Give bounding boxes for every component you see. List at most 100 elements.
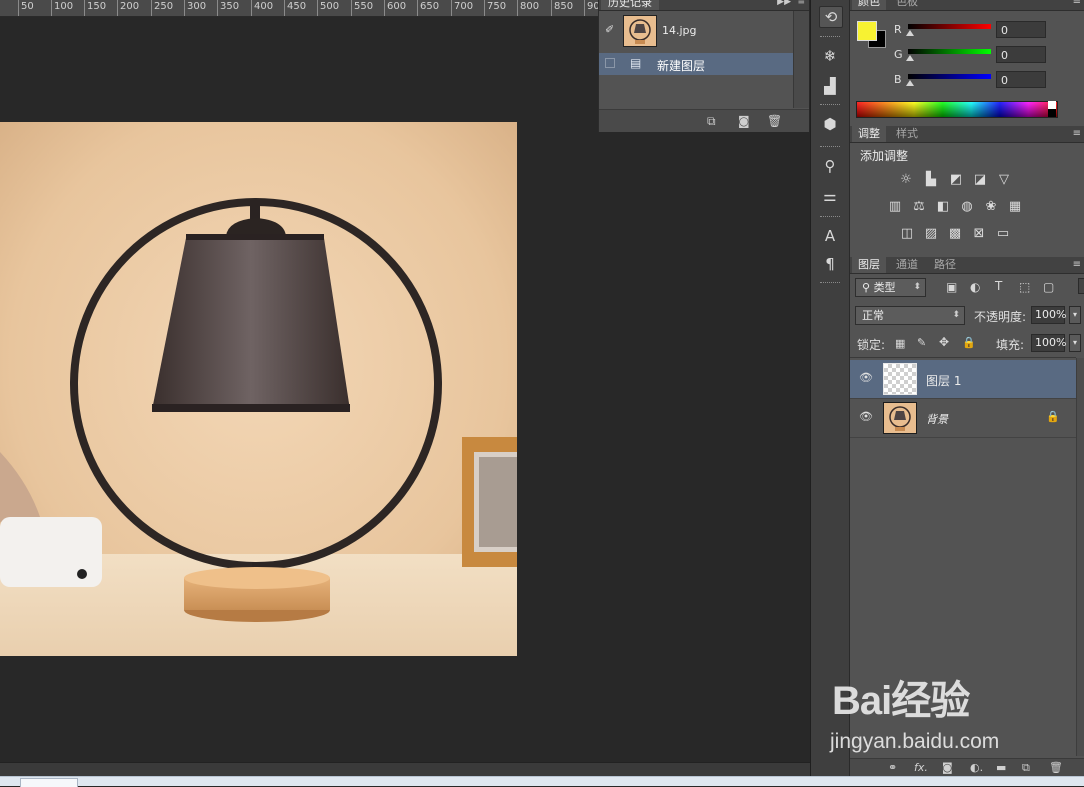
3d-icon[interactable]: ⬢ xyxy=(819,114,841,134)
photo-filter-icon[interactable]: ◍ xyxy=(958,199,976,215)
horizontal-ruler[interactable]: 50 100 150 200 250 300 350 400 450 500 5… xyxy=(0,0,598,17)
selective-color-icon[interactable]: ⊠ xyxy=(970,226,988,242)
opacity-label: 不透明度: xyxy=(974,310,1027,324)
panel-menu-icon[interactable]: ≡ xyxy=(1073,128,1081,139)
tab-paths[interactable]: 路径 xyxy=(928,257,962,273)
paragraph-icon[interactable]: ¶ xyxy=(819,254,841,274)
fill-input[interactable]: 100% xyxy=(1031,334,1066,352)
taskbar-tab[interactable] xyxy=(20,778,78,787)
history-snapshot[interactable]: ✐ 14.jpg xyxy=(599,13,793,47)
black-white-icon[interactable]: ◧ xyxy=(934,199,952,215)
collapse-icon[interactable]: ▶▶ xyxy=(777,0,791,7)
dock-grip[interactable] xyxy=(820,36,840,39)
dock-grip[interactable] xyxy=(820,282,840,285)
layer-row[interactable]: 👁 背景 🔒 xyxy=(850,399,1076,438)
histogram-icon[interactable]: ▟ xyxy=(819,76,841,96)
opacity-input[interactable]: 100% xyxy=(1031,306,1066,324)
fx-icon[interactable]: fx. xyxy=(914,761,928,774)
color-spectrum-bar[interactable] xyxy=(856,101,1058,118)
color-lookup-icon[interactable]: ▦ xyxy=(1006,199,1024,215)
tab-channels[interactable]: 通道 xyxy=(890,257,924,273)
green-slider-knob[interactable] xyxy=(906,55,914,61)
lock-transparent-icon[interactable]: ▦ xyxy=(895,337,905,350)
exposure-icon[interactable]: ◪ xyxy=(971,172,989,188)
levels-icon[interactable]: ▙ xyxy=(922,172,940,188)
tab-styles[interactable]: 样式 xyxy=(890,126,924,142)
new-document-icon[interactable]: ⧉ xyxy=(707,114,716,129)
history-step[interactable]: ▤ 新建图层 xyxy=(599,53,793,75)
adjustment-filter-icon[interactable]: ◐ xyxy=(970,280,980,294)
add-mask-icon[interactable]: ◙ xyxy=(942,761,953,774)
green-channel-label: G xyxy=(894,48,903,61)
dock-grip[interactable] xyxy=(820,146,840,149)
filter-toggle[interactable] xyxy=(1078,278,1084,294)
blue-value-input[interactable]: 0 xyxy=(996,71,1046,88)
new-adjustment-layer-icon[interactable]: ◐. xyxy=(970,761,983,774)
brush-presets-icon[interactable]: ⚲ xyxy=(819,156,841,176)
panel-menu-icon[interactable]: ≡ xyxy=(797,0,805,7)
blue-slider[interactable] xyxy=(908,74,991,79)
link-layers-icon[interactable]: ⚭ xyxy=(888,761,897,774)
camera-icon[interactable]: ◙ xyxy=(738,114,750,128)
brightness-icon[interactable]: ☼ xyxy=(897,172,915,188)
character-icon[interactable]: A xyxy=(819,226,841,246)
green-slider[interactable] xyxy=(908,49,991,54)
visibility-eye-icon[interactable]: 👁 xyxy=(859,410,873,423)
channel-mixer-icon[interactable]: ❀ xyxy=(982,199,1000,215)
smart-object-filter-icon[interactable]: ▢ xyxy=(1043,280,1054,294)
history-step-checkbox[interactable] xyxy=(605,58,615,68)
tab-history[interactable]: 历史记录 xyxy=(601,0,659,10)
trash-icon[interactable]: 🗑 xyxy=(767,114,782,128)
gradient-map-icon[interactable]: ▭ xyxy=(994,226,1012,242)
posterize-icon[interactable]: ▨ xyxy=(922,226,940,242)
opacity-dropdown-arrow[interactable]: ▾ xyxy=(1069,306,1081,324)
layer-name[interactable]: 图层 1 xyxy=(926,372,961,389)
shape-filter-icon[interactable]: ⬚ xyxy=(1019,280,1030,294)
tab-adjustments[interactable]: 调整 xyxy=(852,126,886,142)
blue-slider-knob[interactable] xyxy=(906,80,914,86)
new-group-icon[interactable]: ▬ xyxy=(996,761,1006,774)
tab-color[interactable]: 颜色 xyxy=(852,0,886,10)
lock-position-icon[interactable]: ✥ xyxy=(939,335,949,349)
tab-swatches[interactable]: 色板 xyxy=(890,0,924,10)
lock-all-icon[interactable]: 🔒 xyxy=(962,336,976,349)
red-slider-knob[interactable] xyxy=(906,30,914,36)
snapshot-thumbnail-image xyxy=(624,16,656,46)
red-value-input[interactable]: 0 xyxy=(996,21,1046,38)
white-swatch[interactable] xyxy=(1048,101,1056,109)
red-slider[interactable] xyxy=(908,24,991,29)
panel-menu-icon[interactable]: ≡ xyxy=(1073,259,1081,270)
blend-mode-dropdown[interactable]: 正常 ⬍ xyxy=(855,306,965,325)
delete-layer-icon[interactable]: 🗑 xyxy=(1049,761,1063,774)
layer-filter-dropdown[interactable]: ⚲ 类型 ⬍ xyxy=(855,278,926,297)
pixel-filter-icon[interactable]: ▣ xyxy=(946,280,957,294)
new-layer-icon[interactable]: ⧉ xyxy=(1022,761,1030,775)
navigator-icon[interactable]: ❄ xyxy=(819,46,841,66)
panel-menu-icon[interactable]: ≡ xyxy=(1073,0,1081,7)
layer-name[interactable]: 背景 xyxy=(926,411,948,427)
lock-image-icon[interactable]: ✎ xyxy=(917,336,926,349)
foreground-color-swatch[interactable] xyxy=(857,21,877,41)
layers-scrollbar[interactable] xyxy=(1076,358,1084,756)
green-value-input[interactable]: 0 xyxy=(996,46,1046,63)
dock-grip[interactable] xyxy=(820,104,840,107)
curves-icon[interactable]: ◩ xyxy=(947,172,965,188)
dock-grip[interactable] xyxy=(820,216,840,219)
layer-row[interactable]: 👁 图层 1 xyxy=(850,360,1076,399)
history-panel-icon[interactable]: ⟲ xyxy=(819,6,843,28)
lamp-photo[interactable] xyxy=(0,122,517,656)
black-swatch[interactable] xyxy=(1048,109,1056,117)
color-balance-icon[interactable]: ⚖ xyxy=(910,199,928,215)
tool-presets-icon[interactable]: ⚌ xyxy=(819,186,841,206)
threshold-icon[interactable]: ▩ xyxy=(946,226,964,242)
vibrance-icon[interactable]: ▽ xyxy=(995,172,1013,188)
fill-dropdown-arrow[interactable]: ▾ xyxy=(1069,334,1081,352)
tab-layers[interactable]: 图层 xyxy=(852,257,886,273)
hue-saturation-icon[interactable]: ▥ xyxy=(886,199,904,215)
invert-icon[interactable]: ◫ xyxy=(898,226,916,242)
history-scrollbar[interactable] xyxy=(793,11,809,108)
history-brush-icon[interactable]: ✐ xyxy=(605,23,614,36)
type-filter-icon[interactable]: T xyxy=(995,279,1002,293)
horizontal-scrollbar[interactable] xyxy=(0,762,810,777)
visibility-eye-icon[interactable]: 👁 xyxy=(859,371,873,384)
